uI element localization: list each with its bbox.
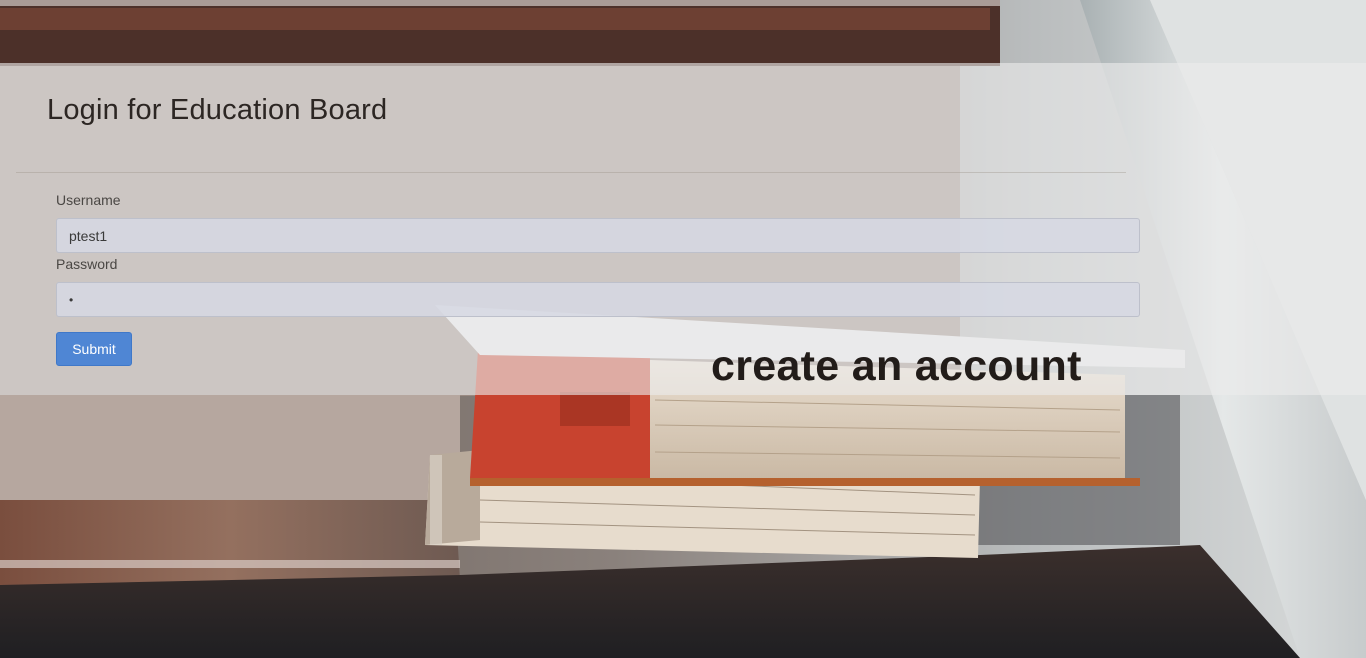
create-account-link[interactable]: create an account xyxy=(711,341,1082,391)
username-label: Username xyxy=(56,192,121,208)
divider xyxy=(16,172,1126,173)
password-input[interactable] xyxy=(56,282,1140,317)
password-label: Password xyxy=(56,256,118,272)
page-title: Login for Education Board xyxy=(47,94,388,126)
username-input[interactable] xyxy=(56,218,1140,253)
submit-button[interactable]: Submit xyxy=(56,332,132,366)
